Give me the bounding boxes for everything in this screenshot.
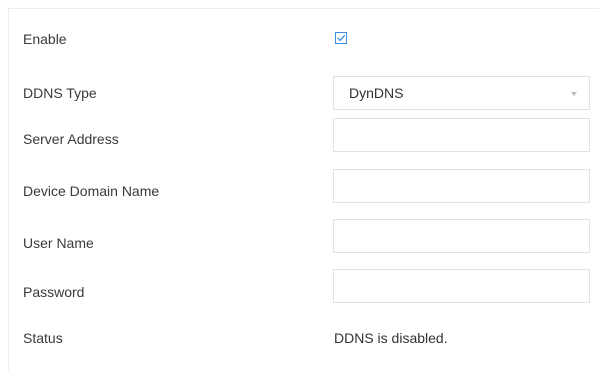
enable-label: Enable bbox=[23, 31, 67, 47]
user-name-label: User Name bbox=[23, 235, 94, 251]
ddns-type-value: DynDNS bbox=[349, 85, 404, 101]
server-address-label: Server Address bbox=[23, 131, 119, 147]
ddns-type-select[interactable]: DynDNS bbox=[333, 76, 590, 110]
password-label: Password bbox=[23, 284, 85, 300]
status-label: Status bbox=[23, 330, 63, 346]
ddns-type-label: DDNS Type bbox=[23, 85, 97, 101]
check-icon bbox=[337, 34, 346, 42]
status-value: DDNS is disabled. bbox=[334, 330, 448, 346]
password-input[interactable] bbox=[333, 269, 590, 303]
device-domain-name-input[interactable] bbox=[333, 169, 590, 203]
ddns-settings-panel: Enable DDNS Type DynDNS Server Address D… bbox=[8, 8, 599, 370]
user-name-input[interactable] bbox=[333, 219, 590, 253]
enable-checkbox[interactable] bbox=[335, 32, 347, 44]
chevron-down-icon bbox=[571, 92, 577, 96]
server-address-input[interactable] bbox=[333, 118, 590, 152]
device-domain-name-label: Device Domain Name bbox=[23, 183, 160, 199]
